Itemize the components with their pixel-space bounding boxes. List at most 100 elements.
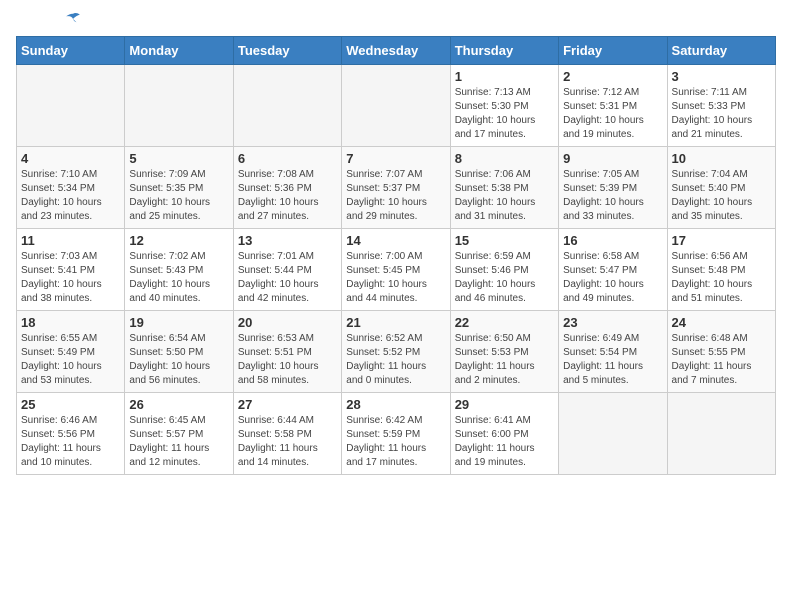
calendar-week-1: 1 Sunrise: 7:13 AMSunset: 5:30 PMDaylight… — [17, 65, 776, 147]
day-number: 18 — [21, 315, 120, 330]
weekday-header-thursday: Thursday — [450, 37, 558, 65]
day-number: 3 — [672, 69, 771, 84]
day-number: 8 — [455, 151, 554, 166]
day-info: Sunrise: 7:05 AMSunset: 5:39 PMDaylight:… — [563, 168, 662, 224]
day-number: 17 — [672, 233, 771, 248]
calendar-week-4: 18 Sunrise: 6:55 AMSunset: 5:49 PMDayligh… — [17, 311, 776, 393]
calendar-cell: 28 Sunrise: 6:42 AMSunset: 5:59 PMDayligh… — [342, 393, 450, 475]
calendar-cell: 18 Sunrise: 6:55 AMSunset: 5:49 PMDayligh… — [17, 311, 125, 393]
calendar-table: SundayMondayTuesdayWednesdayThursdayFrid… — [16, 36, 776, 475]
day-number: 29 — [455, 397, 554, 412]
day-number: 10 — [672, 151, 771, 166]
day-number: 24 — [672, 315, 771, 330]
day-number: 5 — [129, 151, 228, 166]
calendar-cell: 13Sunrise: 7:01 AMSunset: 5:44 PMDayligh… — [233, 229, 341, 311]
calendar-cell: 17 Sunrise: 6:56 AMSunset: 5:48 PMDayligh… — [667, 229, 775, 311]
day-info: Sunrise: 6:46 AMSunset: 5:56 PMDaylight:… — [21, 414, 120, 470]
calendar-cell — [342, 65, 450, 147]
day-info: Sunrise: 7:02 AMSunset: 5:43 PMDaylight:… — [129, 250, 228, 306]
day-number: 26 — [129, 397, 228, 412]
calendar-cell: 14 Sunrise: 7:00 AMSunset: 5:45 PMDayligh… — [342, 229, 450, 311]
day-info: Sunrise: 7:13 AMSunset: 5:30 PMDaylight:… — [455, 86, 554, 142]
day-info: Sunrise: 7:09 AMSunset: 5:35 PMDaylight:… — [129, 168, 228, 224]
calendar-cell: 7 Sunrise: 7:07 AMSunset: 5:37 PMDaylight… — [342, 147, 450, 229]
calendar-cell: 16 Sunrise: 6:58 AMSunset: 5:47 PMDayligh… — [559, 229, 667, 311]
weekday-header-wednesday: Wednesday — [342, 37, 450, 65]
calendar-cell: 21Sunrise: 6:52 AMSunset: 5:52 PMDayligh… — [342, 311, 450, 393]
calendar-cell: 11 Sunrise: 7:03 AMSunset: 5:41 PMDayligh… — [17, 229, 125, 311]
day-info: Sunrise: 6:45 AMSunset: 5:57 PMDaylight:… — [129, 414, 228, 470]
day-number: 19 — [129, 315, 228, 330]
day-number: 20 — [238, 315, 337, 330]
calendar-week-2: 4 Sunrise: 7:10 AMSunset: 5:34 PMDaylight… — [17, 147, 776, 229]
calendar-cell: 15Sunrise: 6:59 AMSunset: 5:46 PMDayligh… — [450, 229, 558, 311]
weekday-header-friday: Friday — [559, 37, 667, 65]
day-number: 16 — [563, 233, 662, 248]
calendar-cell: 6 Sunrise: 7:08 AMSunset: 5:36 PMDaylight… — [233, 147, 341, 229]
day-info: Sunrise: 7:04 AMSunset: 5:40 PMDaylight:… — [672, 168, 771, 224]
calendar-week-5: 25 Sunrise: 6:46 AMSunset: 5:56 PMDayligh… — [17, 393, 776, 475]
weekday-header-saturday: Saturday — [667, 37, 775, 65]
calendar-cell: 29 Sunrise: 6:41 AMSunset: 6:00 PMDayligh… — [450, 393, 558, 475]
day-info: Sunrise: 6:56 AMSunset: 5:48 PMDaylight:… — [672, 250, 771, 306]
calendar-cell: 19 Sunrise: 6:54 AMSunset: 5:50 PMDayligh… — [125, 311, 233, 393]
day-number: 28 — [346, 397, 445, 412]
day-info: Sunrise: 6:41 AMSunset: 6:00 PMDaylight:… — [455, 414, 554, 470]
calendar-cell — [233, 65, 341, 147]
day-number: 9 — [563, 151, 662, 166]
day-info: Sunrise: 7:12 AMSunset: 5:31 PMDaylight:… — [563, 86, 662, 142]
day-number: 4 — [21, 151, 120, 166]
day-number: 2 — [563, 69, 662, 84]
day-number: 7 — [346, 151, 445, 166]
calendar-cell: 4 Sunrise: 7:10 AMSunset: 5:34 PMDaylight… — [17, 147, 125, 229]
day-info: Sunrise: 6:53 AMSunset: 5:51 PMDaylight:… — [238, 332, 337, 388]
day-info: Sunrise: 7:11 AMSunset: 5:33 PMDaylight:… — [672, 86, 771, 142]
day-number: 1 — [455, 69, 554, 84]
day-info: Sunrise: 6:58 AMSunset: 5:47 PMDaylight:… — [563, 250, 662, 306]
calendar-cell: 20 Sunrise: 6:53 AMSunset: 5:51 PMDayligh… — [233, 311, 341, 393]
day-info: Sunrise: 6:52 AMSunset: 5:52 PMDaylight:… — [346, 332, 445, 388]
calendar-cell: 24 Sunrise: 6:48 AMSunset: 5:55 PMDayligh… — [667, 311, 775, 393]
calendar-cell: 1 Sunrise: 7:13 AMSunset: 5:30 PMDaylight… — [450, 65, 558, 147]
page-header — [16, 16, 776, 24]
day-info: Sunrise: 6:48 AMSunset: 5:55 PMDaylight:… — [672, 332, 771, 388]
day-number: 6 — [238, 151, 337, 166]
day-info: Sunrise: 7:03 AMSunset: 5:41 PMDaylight:… — [21, 250, 120, 306]
day-info: Sunrise: 7:00 AMSunset: 5:45 PMDaylight:… — [346, 250, 445, 306]
calendar-cell: 26 Sunrise: 6:45 AMSunset: 5:57 PMDayligh… — [125, 393, 233, 475]
calendar-cell: 5 Sunrise: 7:09 AMSunset: 5:35 PMDaylight… — [125, 147, 233, 229]
calendar-cell: 22Sunrise: 6:50 AMSunset: 5:53 PMDayligh… — [450, 311, 558, 393]
day-number: 14 — [346, 233, 445, 248]
day-info: Sunrise: 7:10 AMSunset: 5:34 PMDaylight:… — [21, 168, 120, 224]
calendar-cell: 12 Sunrise: 7:02 AMSunset: 5:43 PMDayligh… — [125, 229, 233, 311]
calendar-cell: 10 Sunrise: 7:04 AMSunset: 5:40 PMDayligh… — [667, 147, 775, 229]
calendar-cell: 2 Sunrise: 7:12 AMSunset: 5:31 PMDaylight… — [559, 65, 667, 147]
day-number: 25 — [21, 397, 120, 412]
calendar-cell — [667, 393, 775, 475]
day-number: 27 — [238, 397, 337, 412]
day-number: 23 — [563, 315, 662, 330]
day-number: 12 — [129, 233, 228, 248]
calendar-cell — [125, 65, 233, 147]
weekday-header-sunday: Sunday — [17, 37, 125, 65]
day-info: Sunrise: 6:50 AMSunset: 5:53 PMDaylight:… — [455, 332, 554, 388]
calendar-cell: 23 Sunrise: 6:49 AMSunset: 5:54 PMDayligh… — [559, 311, 667, 393]
weekday-header-monday: Monday — [125, 37, 233, 65]
day-info: Sunrise: 6:49 AMSunset: 5:54 PMDaylight:… — [563, 332, 662, 388]
day-info: Sunrise: 7:06 AMSunset: 5:38 PMDaylight:… — [455, 168, 554, 224]
logo — [16, 16, 82, 24]
day-info: Sunrise: 7:08 AMSunset: 5:36 PMDaylight:… — [238, 168, 337, 224]
calendar-cell: 27 Sunrise: 6:44 AMSunset: 5:58 PMDayligh… — [233, 393, 341, 475]
day-info: Sunrise: 6:54 AMSunset: 5:50 PMDaylight:… — [129, 332, 228, 388]
day-info: Sunrise: 7:07 AMSunset: 5:37 PMDaylight:… — [346, 168, 445, 224]
day-info: Sunrise: 6:55 AMSunset: 5:49 PMDaylight:… — [21, 332, 120, 388]
day-info: Sunrise: 6:42 AMSunset: 5:59 PMDaylight:… — [346, 414, 445, 470]
logo-bird-icon — [64, 12, 82, 24]
calendar-week-3: 11 Sunrise: 7:03 AMSunset: 5:41 PMDayligh… — [17, 229, 776, 311]
calendar-cell — [17, 65, 125, 147]
day-number: 11 — [21, 233, 120, 248]
weekday-header-tuesday: Tuesday — [233, 37, 341, 65]
day-info: Sunrise: 6:44 AMSunset: 5:58 PMDaylight:… — [238, 414, 337, 470]
calendar-cell: 9 Sunrise: 7:05 AMSunset: 5:39 PMDaylight… — [559, 147, 667, 229]
day-info: Sunrise: 6:59 AMSunset: 5:46 PMDaylight:… — [455, 250, 554, 306]
